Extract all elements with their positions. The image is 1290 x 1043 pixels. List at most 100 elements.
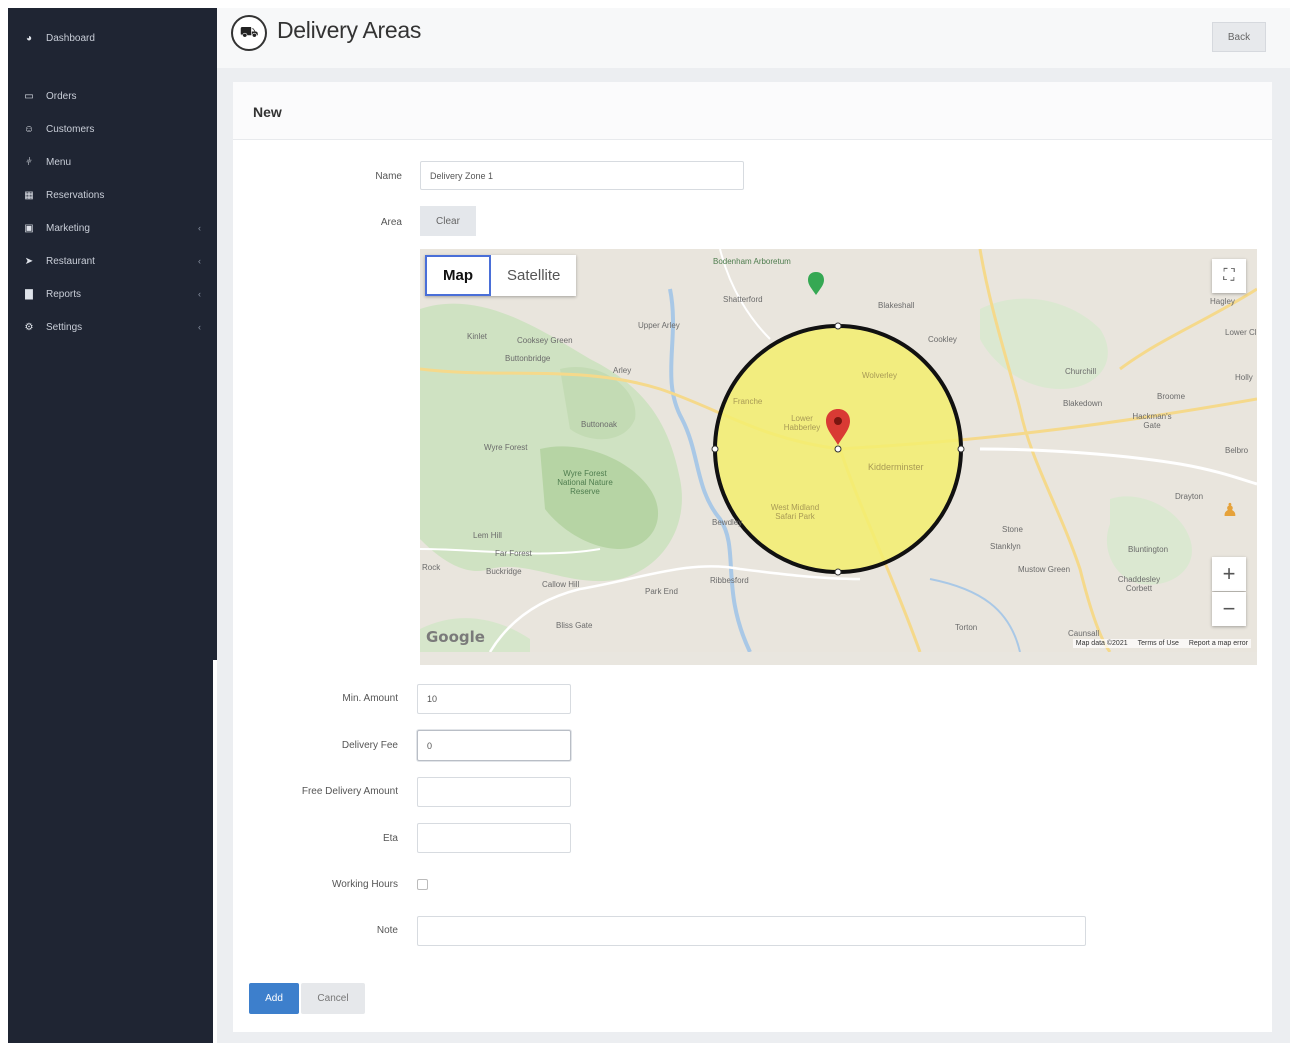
sidebar: ◕ Dashboard ▭ Orders ☺ Customers ⫩ Menu … xyxy=(8,8,217,660)
map-place-label: Bliss Gate xyxy=(556,621,593,630)
map-place-label: Bluntington xyxy=(1128,545,1169,554)
add-button[interactable]: Add xyxy=(249,983,299,1014)
sidebar-item-marketing[interactable]: ▣ Marketing ‹ xyxy=(8,215,217,241)
min-amount-label: Min. Amount xyxy=(342,693,398,704)
map-place-label: West Midland Safari Park xyxy=(770,503,820,521)
dashboard-icon: ◕ xyxy=(25,32,33,44)
map-type-satellite-button[interactable]: Satellite xyxy=(491,255,576,296)
card-title: New xyxy=(253,104,282,120)
circle-handle-bottom[interactable] xyxy=(834,568,842,576)
map-place-label: Broome xyxy=(1157,392,1186,401)
map-place-label: Mustow Green xyxy=(1018,565,1071,574)
sidebar-item-menu[interactable]: ⫩ Menu xyxy=(8,149,217,175)
min-amount-field[interactable]: 10 xyxy=(417,684,571,714)
sidebar-item-reservations[interactable]: ▦ Reservations xyxy=(8,182,217,208)
map-type-control: Map Satellite xyxy=(425,255,577,296)
map-attribution: Map data ©2021 Terms of Use Report a map… xyxy=(1072,639,1251,648)
map-place-label: Bewdley xyxy=(712,518,743,527)
sidebar-item-reports[interactable]: ▇ Reports ‹ xyxy=(8,281,217,307)
sidebar-item-label: Reservations xyxy=(46,189,105,201)
sidebar-item-restaurant[interactable]: ➤ Restaurant ‹ xyxy=(8,248,217,274)
sidebar-item-label: Settings xyxy=(46,321,83,333)
note-label: Note xyxy=(376,925,398,936)
map-place-label: Upper Arley xyxy=(638,321,680,330)
map-place-label: Torton xyxy=(955,623,978,632)
circle-handle-center[interactable] xyxy=(834,445,842,453)
cancel-button[interactable]: Cancel xyxy=(301,983,365,1014)
page-title: Delivery Areas xyxy=(277,17,422,43)
chevron-left-icon: ‹ xyxy=(198,223,201,233)
cutlery-icon: ⫩ xyxy=(26,156,32,168)
circle-handle-top[interactable] xyxy=(834,322,842,330)
marketing-icon: ▣ xyxy=(24,222,34,234)
map-place-label: Lower Habberley xyxy=(783,414,821,432)
chevron-left-icon: ‹ xyxy=(198,256,201,266)
map-place-label: Chaddesley Corbett xyxy=(1117,575,1161,593)
sidebar-item-label: Orders xyxy=(46,90,77,102)
map-place-label: Hagley xyxy=(1210,297,1235,306)
map-place-label: Bodenham Arboretum xyxy=(713,257,791,266)
zoom-out-button[interactable]: − xyxy=(1212,592,1246,626)
map-place-label: Caunsall xyxy=(1068,629,1100,638)
sidebar-item-settings[interactable]: ⚙ Settings ‹ xyxy=(8,314,217,340)
map-place-label: Stone xyxy=(1002,525,1023,534)
delivery-fee-field[interactable]: 0 xyxy=(417,730,571,761)
map-place-label: Holly xyxy=(1235,373,1253,382)
map-place-label: Park End xyxy=(645,587,678,596)
sidebar-item-label: Dashboard xyxy=(46,32,95,44)
google-logo: Google xyxy=(426,628,485,646)
map-place-label: Cookley xyxy=(928,335,957,344)
map-place-label: Buttonbridge xyxy=(505,354,551,363)
map-place-label: Blakedown xyxy=(1063,399,1103,408)
working-hours-checkbox[interactable] xyxy=(417,879,428,890)
bar-chart-icon: ▇ xyxy=(25,288,33,300)
name-label: Name xyxy=(375,171,402,182)
location-arrow-icon: ➤ xyxy=(24,255,34,267)
chevron-left-icon: ‹ xyxy=(198,289,201,299)
map-place-label: Belbro xyxy=(1225,446,1249,455)
clear-area-button[interactable]: Clear xyxy=(420,206,476,236)
sidebar-item-orders[interactable]: ▭ Orders xyxy=(8,83,217,109)
map-place-label: Blakeshall xyxy=(878,301,915,310)
map-place-label: Shatterford xyxy=(723,295,763,304)
map-place-label: Drayton xyxy=(1175,492,1204,501)
sidebar-item-label: Menu xyxy=(46,156,72,168)
free-delivery-amount-label: Free Delivery Amount xyxy=(301,786,398,797)
sidebar-item-customers[interactable]: ☺ Customers xyxy=(8,116,217,142)
note-field[interactable] xyxy=(417,916,1086,946)
map-place-label: Cooksey Green xyxy=(517,336,573,345)
circle-handle-right[interactable] xyxy=(957,445,965,453)
map-type-map-button[interactable]: Map xyxy=(425,255,491,296)
cart-icon: ▭ xyxy=(24,90,34,102)
back-button[interactable]: Back xyxy=(1212,22,1266,52)
map-place-label: Buckridge xyxy=(486,567,522,576)
fullscreen-icon[interactable]: ⛶ xyxy=(1212,259,1246,293)
map-place-label: Ribbesford xyxy=(710,576,749,585)
free-delivery-amount-field[interactable] xyxy=(417,777,571,807)
sidebar-item-label: Marketing xyxy=(46,222,90,234)
map-place-label: Kinlet xyxy=(467,332,488,341)
map-place-label: Far Forest xyxy=(495,549,532,558)
sidebar-item-label: Restaurant xyxy=(46,255,95,267)
map-bottom-strip xyxy=(420,652,1257,665)
map-data-text: Map data ©2021 xyxy=(1075,640,1128,647)
name-field[interactable]: Delivery Zone 1 xyxy=(420,161,744,190)
zoom-in-button[interactable]: + xyxy=(1212,557,1246,591)
map-place-label: Wyre Forest National Nature Reserve xyxy=(557,469,613,496)
sidebar-item-dashboard[interactable]: ◕ Dashboard xyxy=(8,25,217,51)
truck-icon: ⛟ xyxy=(231,15,267,51)
map-pin-dot xyxy=(834,417,842,425)
map-place-label: Lower Cl xyxy=(1225,328,1257,337)
delivery-fee-label: Delivery Fee xyxy=(341,740,398,751)
report-map-error-link[interactable]: Report a map error xyxy=(1189,640,1248,647)
circle-handle-left[interactable] xyxy=(711,445,719,453)
card-header: New xyxy=(233,82,1272,140)
eta-label: Eta xyxy=(382,833,398,844)
terms-of-use-link[interactable]: Terms of Use xyxy=(1138,640,1179,647)
delivery-area-map[interactable]: Bodenham Arboretum Shatterford Blakeshal… xyxy=(420,249,1257,652)
area-label: Area xyxy=(380,217,402,228)
map-place-label: Rock xyxy=(422,563,441,572)
sidebar-lower xyxy=(8,660,213,1043)
eta-field[interactable] xyxy=(417,823,571,853)
pegman-icon[interactable]: ♟ xyxy=(1216,493,1244,527)
